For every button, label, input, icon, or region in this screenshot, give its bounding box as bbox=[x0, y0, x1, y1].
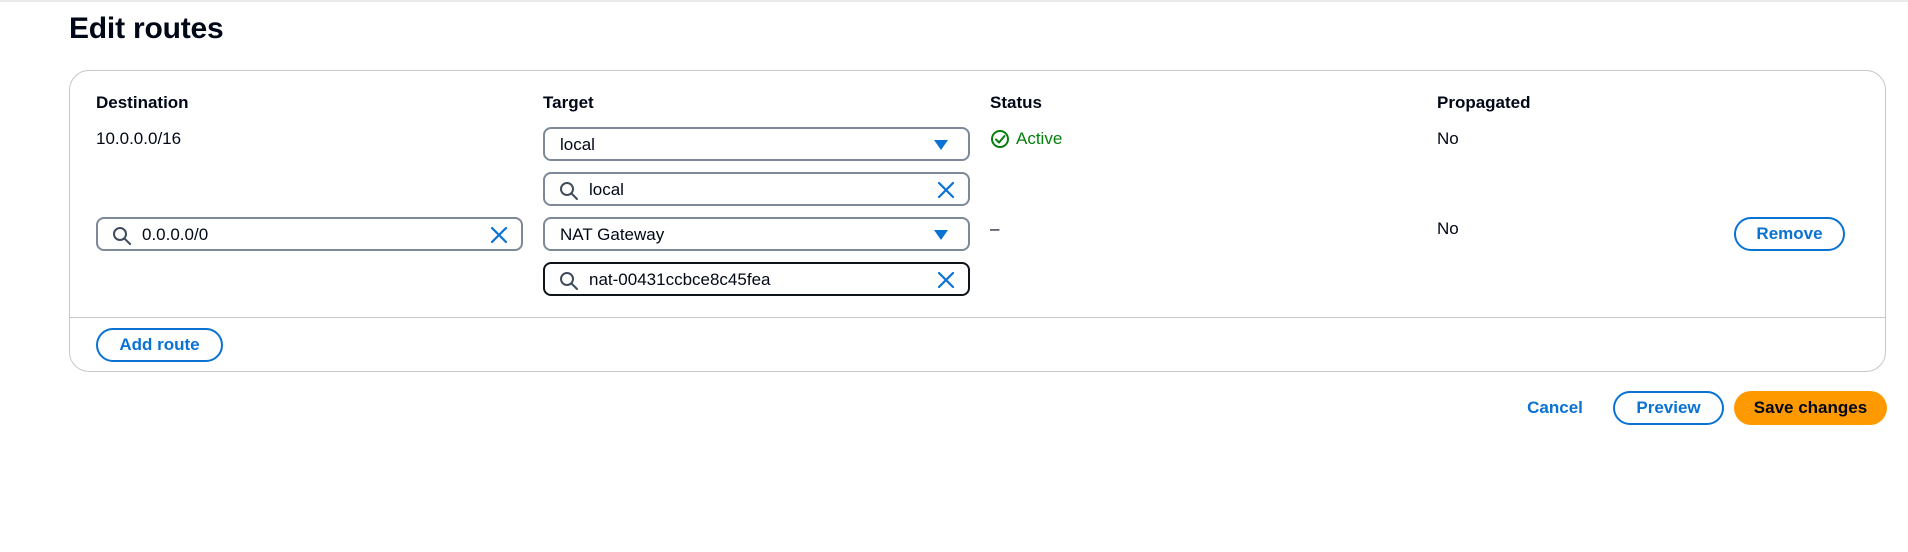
target-search-input[interactable]: nat-00431ccbce8c45fea bbox=[543, 262, 970, 296]
table-footer-divider bbox=[70, 317, 1885, 318]
target-type-value: NAT Gateway bbox=[560, 225, 665, 244]
target-search-value: nat-00431ccbce8c45fea bbox=[589, 270, 771, 289]
search-icon bbox=[560, 182, 578, 200]
clear-icon[interactable] bbox=[936, 270, 956, 290]
target-type-select[interactable]: local bbox=[543, 127, 970, 161]
preview-button[interactable]: Preview bbox=[1613, 391, 1724, 425]
status-check-icon bbox=[991, 130, 1009, 148]
column-header-status: Status bbox=[990, 93, 1042, 112]
target-type-select[interactable]: NAT Gateway bbox=[543, 217, 970, 251]
propagated-text: No bbox=[1437, 129, 1459, 148]
caret-down-icon bbox=[934, 140, 948, 150]
column-header-propagated: Propagated bbox=[1437, 93, 1531, 112]
status-text: – bbox=[990, 219, 1000, 238]
add-route-button[interactable]: Add route bbox=[96, 328, 223, 362]
target-search-value: local bbox=[589, 180, 624, 199]
page-title: Edit routes bbox=[69, 12, 224, 45]
remove-route-button[interactable]: Remove bbox=[1734, 217, 1845, 251]
status-text: Active bbox=[1016, 129, 1063, 148]
target-type-value: local bbox=[560, 135, 595, 154]
route-destination-text: 10.0.0.0/16 bbox=[96, 129, 182, 148]
top-divider bbox=[0, 0, 1908, 2]
cancel-button[interactable]: Cancel bbox=[1516, 391, 1594, 425]
column-header-target: Target bbox=[543, 93, 594, 112]
destination-input-value: 0.0.0.0/0 bbox=[142, 225, 209, 244]
column-header-destination: Destination bbox=[96, 93, 189, 112]
clear-icon[interactable] bbox=[489, 225, 509, 245]
search-icon bbox=[560, 272, 578, 290]
routes-table: Destination Target Status Propagated 10.… bbox=[69, 70, 1886, 372]
destination-input[interactable]: 0.0.0.0/0 bbox=[96, 217, 523, 251]
save-changes-button[interactable]: Save changes bbox=[1734, 391, 1887, 425]
caret-down-icon bbox=[934, 230, 948, 240]
target-search-input[interactable]: local bbox=[543, 172, 970, 206]
status-badge: Active bbox=[990, 129, 1062, 149]
propagated-text: No bbox=[1437, 219, 1459, 238]
search-icon bbox=[113, 227, 131, 245]
clear-icon[interactable] bbox=[936, 180, 956, 200]
